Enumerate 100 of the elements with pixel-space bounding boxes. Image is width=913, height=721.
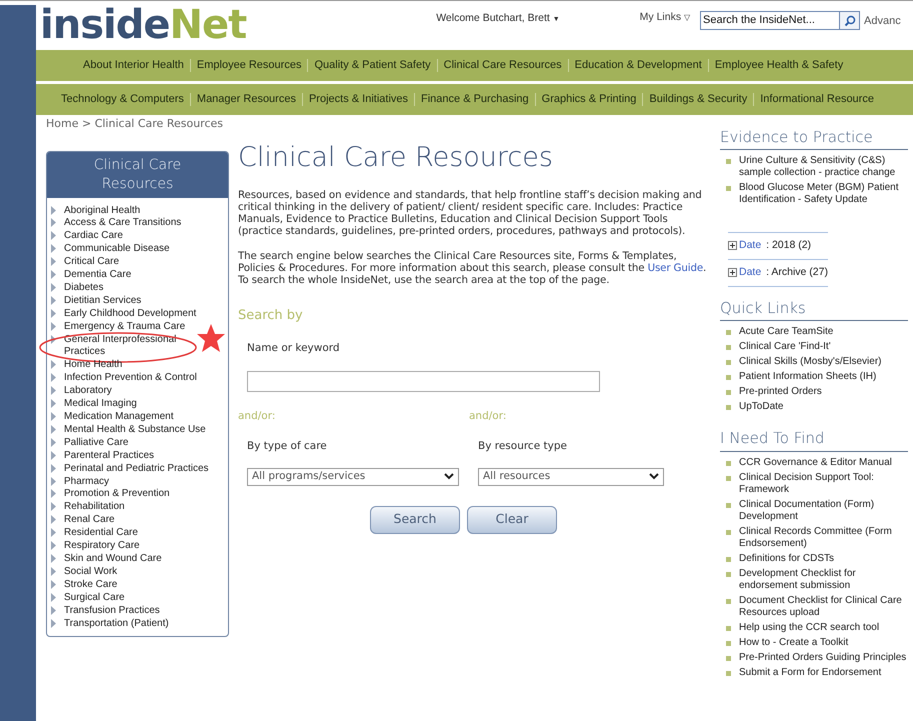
sidebar-link[interactable]: Dementia Care — [64, 269, 132, 282]
sidebar-link[interactable]: Early Childhood Development — [64, 308, 196, 321]
bullet-icon — [726, 330, 731, 335]
sidebar-link[interactable]: Residential Care — [64, 527, 138, 540]
list-link[interactable]: Clinical Care 'Find-It' — [739, 341, 831, 353]
bullet-icon — [726, 405, 731, 410]
list-link[interactable]: UpToDate — [739, 401, 784, 413]
sidebar-link[interactable]: Rehabilitation — [64, 501, 125, 514]
sidebar-link[interactable]: Perinatal and Pediatric Practices — [64, 462, 209, 476]
breadcrumb: Home > Clinical Care Resources — [46, 116, 224, 132]
search-icon[interactable] — [840, 11, 860, 30]
section-heading: Quick Links — [720, 296, 908, 321]
list-link[interactable]: Urine Culture & Sensitivity (C&S) sample collection - practice change — [739, 155, 908, 179]
form-button[interactable]: Search — [370, 506, 460, 534]
star-icon — [196, 324, 225, 352]
sidebar-link[interactable]: Laboratory — [64, 385, 112, 398]
sidebar-link[interactable]: Dietitian Services — [64, 294, 142, 308]
list-link[interactable]: How to - Create a Toolkit — [739, 636, 848, 648]
sidebar-link[interactable]: Promotion & Prevention — [64, 488, 170, 502]
date-link[interactable]: Date — [739, 238, 762, 254]
bullet-icon — [726, 345, 731, 350]
and-or-label: and/or: — [238, 409, 276, 424]
sidebar-link[interactable]: Home Health — [64, 359, 122, 372]
bullet-icon — [726, 670, 731, 676]
sidebar-link[interactable]: Social Work — [64, 566, 118, 579]
nav-link[interactable]: Informational Resource — [760, 91, 874, 108]
section-heading: Evidence to Practice — [720, 126, 908, 150]
nav-link[interactable]: Clinical Care Resources — [444, 57, 562, 74]
field-label: Name or keyword — [247, 341, 341, 356]
nav-link[interactable]: Finance & Purchasing — [421, 91, 529, 108]
sidebar-link[interactable]: Medication Management — [64, 411, 174, 424]
list-link[interactable]: Clinical Skills (Mosby's/Elsevier) — [739, 356, 882, 368]
sidebar-link[interactable]: Stroke Care — [64, 578, 118, 592]
nav-link[interactable]: Quality & Patient Safety — [314, 57, 431, 74]
list-link[interactable]: Pre-printed Orders — [739, 386, 822, 398]
list-link[interactable]: Acute Care TeamSite — [739, 326, 834, 338]
advanced-search-link[interactable]: Advanc — [864, 13, 901, 30]
bullet-icon — [726, 159, 731, 164]
bullet-icon — [726, 476, 731, 480]
page-title: Clinical Care Resources — [238, 142, 554, 172]
list-link[interactable]: Pre-Printed Orders Guiding Principles — [739, 652, 906, 664]
sidebar-link[interactable]: Mental Health & Substance Use — [64, 424, 206, 437]
nav-link[interactable]: Technology & Computers — [61, 91, 184, 108]
nav-link[interactable]: Graphics & Printing — [542, 91, 636, 108]
bullet-icon — [726, 502, 731, 508]
keyword-field[interactable] — [247, 370, 600, 392]
list-link[interactable]: Clinical Decision Support Tool: Framework — [739, 472, 908, 496]
sidebar-link[interactable]: Communicable Disease — [64, 243, 170, 256]
list-link[interactable]: Submit a Form for Endorsement — [739, 666, 882, 678]
sidebar-link[interactable]: Critical Care — [64, 256, 120, 270]
sidebar-link[interactable]: Aboriginal Health — [64, 204, 140, 218]
nav-link[interactable]: Education & Development — [574, 57, 702, 74]
sidebar-link[interactable]: Skin and Wound Care — [64, 552, 162, 566]
nav-link[interactable]: Employee Resources — [196, 57, 302, 74]
nav-link[interactable]: About Interior Health — [83, 57, 184, 74]
list-link[interactable]: Clinical Documentation (Form) Development — [739, 498, 908, 522]
bullet-icon — [726, 460, 731, 466]
user-guide-link[interactable]: User Guide — [648, 262, 704, 274]
sidebar-link[interactable]: Cardiac Care — [64, 230, 123, 244]
sidebar-link[interactable]: Palliative Care — [64, 436, 128, 450]
date-value: : Archive (27) — [765, 264, 828, 280]
expand-icon[interactable] — [728, 268, 737, 278]
sidebar-link[interactable]: Access & Care Transitions — [64, 217, 182, 230]
my-links-menu[interactable]: My Links ▽ — [640, 10, 690, 26]
sidebar-link[interactable]: Respiratory Care — [64, 540, 140, 553]
bullet-icon — [726, 556, 731, 562]
list-link[interactable]: CCR Governance & Editor Manual — [739, 456, 892, 468]
list-link[interactable]: Clinical Records Committee (Form Endsorsement) — [739, 526, 908, 550]
nav-link[interactable]: Projects & Initiatives — [308, 91, 408, 108]
sidebar-link[interactable]: Surgical Care — [64, 592, 125, 605]
section-heading: I Need To Find — [720, 427, 908, 452]
sidebar-link[interactable]: Transfusion Practices — [64, 604, 160, 618]
intro-paragraph: Resources, based on evidence and standards, that help frontline staff’s decision making and critical thinking in the delivery of patient/ client/ resident specific care. Includes: Practice Manuals, Evidence to Practice Bulletins, Education and Clinical Decision Support Tools (practice standards, guidelines, pre-printed orders, procedures, pathways and protocols). — [238, 188, 703, 236]
date-link[interactable]: Date — [739, 264, 762, 280]
sidebar-link[interactable]: Transportation (Patient) — [64, 618, 169, 630]
sidebar-link[interactable]: Renal Care — [64, 514, 115, 528]
list-link[interactable]: Definitions for CDSTs — [739, 552, 834, 564]
and-or-label: and/or: — [469, 409, 508, 424]
form-button[interactable]: Clear — [467, 506, 557, 534]
sidebar-link[interactable]: Emergency & Trauma Care — [64, 320, 186, 334]
sidebar-link[interactable]: Pharmacy — [64, 476, 110, 488]
list-link[interactable]: Patient Information Sheets (IH) — [739, 371, 876, 383]
list-link[interactable]: Development Checklist for endorsement submission — [739, 568, 908, 592]
bullet-icon — [726, 626, 731, 630]
sidebar-link[interactable]: Parenteral Practices — [64, 450, 154, 463]
sidebar-link[interactable]: Medical Imaging — [64, 398, 137, 411]
field-label: By type of care — [247, 439, 328, 454]
list-link[interactable]: Blood Glucose Meter (BGM) Patient Identification - Safety Update — [739, 182, 908, 206]
search-field[interactable]: Search the InsideNet... — [700, 11, 840, 30]
nav-link[interactable]: Buildings & Security — [649, 91, 748, 108]
logo[interactable]: insideNet — [40, 3, 246, 47]
nav-link[interactable]: Manager Resources — [196, 91, 296, 108]
list-link[interactable]: Help using the CCR search tool — [739, 622, 880, 634]
expand-icon[interactable] — [728, 241, 737, 250]
care-type-dropdown[interactable]: All programs/services — [247, 468, 459, 486]
sidebar-link[interactable]: Diabetes — [64, 282, 104, 295]
nav-link[interactable]: Employee Health & Safety — [714, 57, 844, 74]
list-link[interactable]: Document Checklist for Clinical Care Resources upload — [739, 594, 908, 618]
resource-type-dropdown[interactable]: All resources — [478, 468, 664, 486]
sidebar-link[interactable]: Infection Prevention & Control — [64, 372, 197, 386]
